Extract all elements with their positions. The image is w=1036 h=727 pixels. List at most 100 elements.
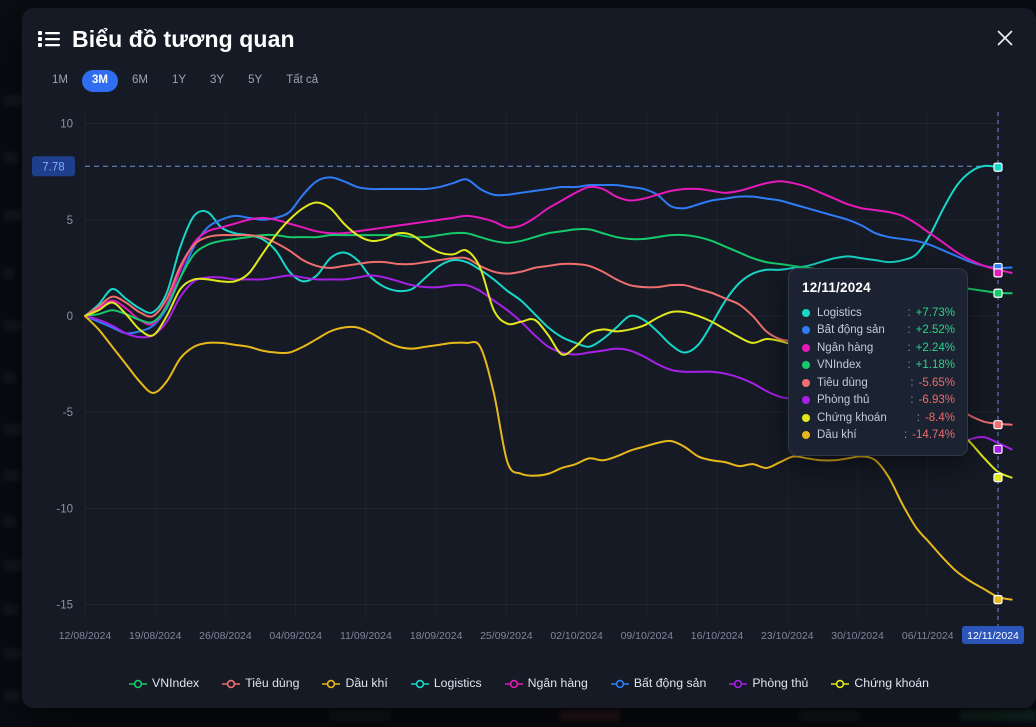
svg-text:-15: -15 [56,600,73,612]
range-button-3m[interactable]: 3M [81,70,118,92]
legend-marker-icon [729,677,748,689]
svg-text:26/08/2024: 26/08/2024 [199,630,252,642]
svg-text:5: 5 [67,215,73,227]
tooltip-colon: : [910,394,914,407]
correlation-chart-modal: Biểu đồ tương quan 1M 3M 6M 1Y 3Y 5Y Tất cả 10… [22,8,1036,708]
legend-item-chứng-khoán[interactable]: Chứng khoán [831,676,929,690]
legend-item-dầu-khí[interactable]: Dầu khí [322,676,388,690]
tooltip-series-value: +7.73% [915,306,955,319]
svg-text:12/11/2024: 12/11/2024 [967,630,1019,642]
tooltip-colon: : [907,306,911,319]
tooltip-colon: : [907,359,911,372]
tooltip-colon: : [907,324,911,337]
tooltip-series-name: Dầu khí [817,429,857,442]
legend-item-logistics[interactable]: Logistics [410,676,482,690]
legend-label: VNIndex [152,676,200,690]
range-button-tất-cả[interactable]: Tất cả [276,70,328,92]
tooltip-series-name: Phòng thủ [817,394,870,407]
svg-text:02/10/2024: 02/10/2024 [550,630,603,642]
tooltip-row: Dầu khí: -14.74% [802,427,955,445]
tooltip-date: 12/11/2024 [802,280,871,295]
legend-marker-icon [222,677,241,689]
legend-item-vnindex[interactable]: VNIndex [129,676,199,690]
range-button-1m[interactable]: 1M [42,70,78,92]
series-color-dot-icon [802,326,810,335]
tooltip-row: Bất động sản: +2.52% [802,322,955,340]
svg-text:-10: -10 [56,503,73,515]
range-button-5y[interactable]: 5Y [238,70,272,92]
svg-text:06/11/2024: 06/11/2024 [902,630,954,642]
svg-text:18/09/2024: 18/09/2024 [410,630,463,642]
tooltip-series-name: VNIndex [817,359,862,372]
tooltip-rows: Logistics: +7.73% Bất động sản: +2.52% Ngân … [802,304,955,444]
tooltip-colon: : [916,411,920,424]
svg-text:09/10/2024: 09/10/2024 [621,630,674,642]
list-icon [38,30,60,48]
tooltip-series-value: +2.52% [915,324,955,337]
svg-text:10: 10 [60,119,73,131]
modal-header: Biểu đồ tương quan [22,8,1036,70]
tooltip-series-value: +1.18% [915,359,955,372]
tooltip-series-value: +2.24% [915,341,955,354]
svg-text:30/10/2024: 30/10/2024 [831,630,884,642]
page-title: Biểu đồ tương quan [72,25,295,52]
close-icon [996,29,1014,50]
legend-marker-icon [129,677,148,689]
tooltip-row: Ngân hàng: +2.24% [802,339,955,357]
svg-text:25/09/2024: 25/09/2024 [480,630,533,642]
svg-text:7.78: 7.78 [42,161,64,173]
tooltip-row: Phòng thủ: -6.93% [802,392,955,410]
legend-label: Bất động sản [633,676,707,690]
legend-label: Ngân hàng [527,676,588,690]
legend-marker-icon [831,677,850,689]
svg-text:11/09/2024: 11/09/2024 [340,630,392,642]
y-axis-ticks: 10 5 0 -5 -10 -15 [56,119,73,612]
legend-marker-icon [410,677,429,689]
y-marker-badge: 7.78 [32,156,75,177]
tooltip-series-name: Ngân hàng [817,341,874,354]
svg-text:16/10/2024: 16/10/2024 [691,630,744,642]
range-button-6m[interactable]: 6M [122,70,158,92]
svg-text:19/08/2024: 19/08/2024 [129,630,182,642]
tooltip-series-name: Chứng khoán [817,411,887,424]
tooltip-series-name: Tiêu dùng [817,376,868,389]
svg-text:12/08/2024: 12/08/2024 [59,630,112,642]
tooltip-row: Chứng khoán: -8.4% [802,409,955,427]
legend-label: Logistics [433,676,482,690]
legend-item-tiêu-dùng[interactable]: Tiêu dùng [222,676,299,690]
svg-text:23/10/2024: 23/10/2024 [761,630,814,642]
legend-label: Phòng thủ [752,676,809,690]
close-button[interactable] [988,22,1022,56]
tooltip-series-value: -8.4% [924,411,955,424]
series-color-dot-icon [802,361,810,370]
series-color-dot-icon [802,308,810,317]
legend-label: Tiêu dùng [245,676,300,690]
tooltip-series-value: -6.93% [918,394,955,407]
series-color-dot-icon [802,343,810,352]
series-color-dot-icon [802,431,810,440]
tooltip-series-name: Logistics [817,306,862,319]
svg-text:04/09/2024: 04/09/2024 [269,630,322,642]
range-button-3y[interactable]: 3Y [200,70,234,92]
legend-item-phòng-thủ[interactable]: Phòng thủ [729,676,808,690]
tooltip-colon: : [910,376,914,389]
range-selector: 1M 3M 6M 1Y 3Y 5Y Tất cả [22,66,1036,96]
tooltip-row: Tiêu dùng: -5.65% [802,374,955,392]
chart-tooltip: 12/11/2024 Logistics: +7.73% Bất động sản:… [788,268,968,456]
legend-marker-icon [322,677,341,689]
legend-item-ngân-hàng[interactable]: Ngân hàng [504,676,588,690]
tooltip-colon: : [903,429,908,442]
legend-marker-icon [504,677,523,689]
tooltip-series-value: -5.65% [918,376,955,389]
x-axis-ticks: 12/08/2024 19/08/2024 26/08/2024 04/09/2024… [59,626,1024,644]
legend-label: Dầu khí [345,676,388,690]
series-color-dot-icon [802,413,810,422]
legend-label: Chứng khoán [854,676,929,690]
range-button-1y[interactable]: 1Y [162,70,196,92]
svg-text:0: 0 [67,311,73,323]
legend-item-bất-động-sản[interactable]: Bất động sản [610,676,707,690]
tooltip-row: Logistics: +7.73% [802,304,955,322]
tooltip-series-name: Bất động sản [817,324,885,337]
chart-area[interactable]: 10 5 0 -5 -10 -15 12/08/2024 19/08/2024 26/08/2… [22,102,1036,662]
tooltip-series-value: -14.74% [912,429,955,442]
